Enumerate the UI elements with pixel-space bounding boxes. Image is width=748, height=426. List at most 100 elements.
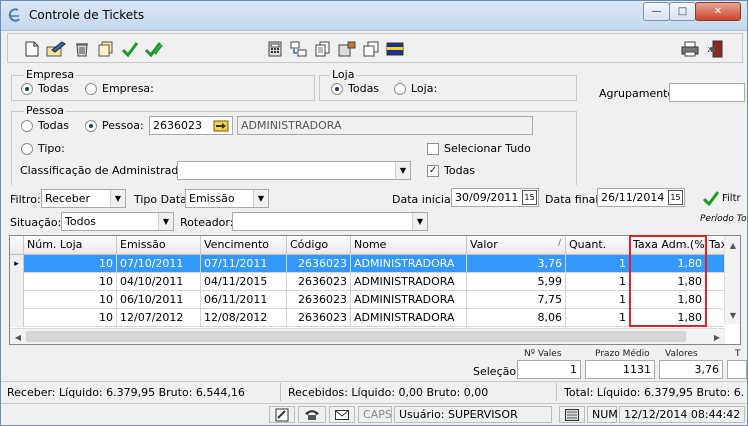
radio-label: Pessoa: [102, 119, 144, 132]
tipo-data-combo[interactable]: Emissão ▼ [185, 189, 269, 208]
calculator-icon[interactable] [265, 39, 285, 59]
exit-icon[interactable] [706, 39, 726, 59]
pessoa-name-field: ADMINISTRADORA [237, 116, 533, 135]
notes-icon[interactable] [269, 406, 295, 423]
filtrar-button[interactable]: Filtr [703, 189, 747, 207]
check-icon [703, 191, 719, 206]
row-indicator[interactable] [10, 273, 24, 291]
printer-icon[interactable] [680, 39, 700, 59]
selecao-vales-field: 1 [517, 360, 581, 379]
delete-icon[interactable] [72, 39, 92, 59]
cell-loja: 10 [24, 291, 117, 309]
filtro-combo[interactable]: Receber ▼ [41, 189, 126, 208]
selecao-valores-field: 3,76 [659, 360, 723, 379]
data-inicial-field[interactable]: 30/09/2011 15 [451, 188, 539, 207]
cell-quant: 1 [566, 291, 630, 309]
phone-icon[interactable] [298, 406, 326, 423]
checkbox-label: Todas [444, 164, 476, 177]
table-row[interactable]: 10 04/10/2011 04/11/2015 2636023 ADMINISTRAD… [10, 273, 725, 291]
windows-icon[interactable] [361, 39, 381, 59]
cell-valor: 5,99 [467, 273, 566, 291]
empresa-empresa-radio[interactable]: Empresa: [85, 82, 154, 95]
edit-icon[interactable] [46, 39, 66, 59]
confirm-icon[interactable] [120, 39, 140, 59]
duplicate-icon[interactable] [313, 39, 333, 59]
column-header-codigo[interactable]: Código [287, 236, 351, 255]
classificacao-label: Classificação de Administradora: [20, 164, 201, 177]
cell-nome: ADMINISTRADORA [351, 273, 467, 291]
cell-nome: ADMINISTRADORA [351, 255, 467, 273]
column-header-valor[interactable]: Valor ∕ [467, 236, 566, 255]
column-header-emissao[interactable]: Emissão [117, 236, 201, 255]
row-indicator[interactable] [10, 309, 24, 327]
calendar-icon[interactable]: 15 [668, 190, 683, 205]
selecionar-tudo-checkbox[interactable]: Selecionar Tudo [427, 142, 531, 155]
column-header-nome[interactable]: Nome [351, 236, 467, 255]
empresa-todas-radio[interactable]: Todas [21, 82, 69, 95]
new-document-icon[interactable] [22, 39, 42, 59]
loja-loja-radio[interactable]: Loja: [394, 82, 437, 95]
confirm-all-icon[interactable] [144, 39, 164, 59]
cell-taxa: 1,80 [630, 273, 706, 291]
pessoa-todas-radio[interactable]: Todas [21, 119, 69, 132]
total-recebidos: Recebidos: Líquido: 0,00 Bruto: 0,00 [288, 386, 489, 399]
selecao-prazo-field: 1131 [585, 360, 655, 379]
chevron-down-icon: ▼ [158, 213, 173, 230]
cell-codigo: 2636023 [287, 255, 351, 273]
totals-divider [1, 381, 747, 382]
column-header-taxa[interactable]: Taxa [706, 236, 725, 255]
classificacao-combo[interactable]: ▼ [177, 161, 411, 180]
row-indicator[interactable]: ▸ [10, 255, 24, 273]
table-row[interactable]: ▸ 10 07/10/2011 07/11/2011 2636023 ADMINISTRA… [10, 255, 725, 273]
roteador-label: Roteador: [180, 216, 234, 229]
cell-vencimento: 07/11/2011 [201, 255, 287, 273]
cell-emissao: 12/07/2012 [117, 309, 201, 327]
cell-codigo: 2636023 [287, 291, 351, 309]
cell-taxa: 1,80 [630, 255, 706, 273]
card-icon[interactable] [385, 39, 405, 59]
grid-vertical-scrollbar[interactable]: ▲ ▼ [724, 236, 740, 324]
scroll-down-icon[interactable]: ▼ [725, 307, 740, 323]
pessoa-tipo-radio[interactable]: Tipo: [21, 142, 65, 155]
column-header-vencimento[interactable]: Vencimento [201, 236, 287, 255]
calendar-icon[interactable]: 15 [522, 190, 537, 205]
roteador-combo[interactable]: ▼ [232, 212, 428, 231]
scroll-left-icon[interactable]: ◀ [10, 329, 26, 344]
minimize-button[interactable]: — [643, 2, 670, 21]
loja-todas-radio[interactable]: Todas [331, 82, 379, 95]
cell-vencimento: 12/08/2012 [201, 309, 287, 327]
transfer-icon[interactable] [289, 39, 309, 59]
agrupamento-field[interactable] [669, 83, 745, 102]
hdr-extra: T [735, 349, 741, 359]
row-indicator[interactable] [10, 291, 24, 309]
column-header-taxa-adm[interactable]: Taxa Adm.(%) [630, 236, 706, 255]
table-row[interactable]: 10 06/10/2011 06/11/2011 2636023 ADMINISTRAD… [10, 291, 725, 309]
radio-dot [21, 142, 33, 155]
radio-dot [85, 82, 97, 95]
maximize-button[interactable]: □ [669, 2, 696, 21]
copy-icon[interactable] [96, 39, 116, 59]
lookup-icon[interactable] [212, 117, 230, 133]
todas-checkbox[interactable]: ✓ Todas [427, 164, 475, 177]
table-row[interactable]: 10 12/07/2012 12/08/2012 2636023 ADMINISTRAD… [10, 309, 725, 327]
column-header-quant[interactable]: Quant. [566, 236, 630, 255]
scroll-up-icon[interactable]: ▲ [725, 237, 740, 253]
agrupamento-label: Agrupamento: [599, 87, 678, 100]
situacao-combo[interactable]: Todos ▼ [61, 212, 174, 231]
data-final-field[interactable]: 26/11/2014 15 [597, 188, 685, 207]
grid-horizontal-scrollbar[interactable]: ◀ ▶ [10, 328, 725, 344]
combo-value: Receber [45, 192, 91, 205]
close-button[interactable]: ✕ [695, 2, 741, 21]
status-bar: CAPS Usuário: SUPERVISOR NUM 12/12/2014 … [1, 403, 747, 425]
empresa-legend: Empresa [24, 68, 77, 81]
chevron-down-icon: ▼ [395, 162, 410, 179]
settings-icon[interactable] [337, 39, 357, 59]
cell-loja: 10 [24, 309, 117, 327]
scroll-thumb[interactable] [26, 331, 686, 342]
scroll-right-icon[interactable]: ▶ [709, 329, 725, 344]
pessoa-pessoa-radio[interactable]: Pessoa: [85, 119, 144, 132]
column-header-loja[interactable]: Núm. Loja [24, 236, 117, 255]
separator [280, 383, 281, 401]
mail-icon[interactable] [329, 406, 355, 423]
data-final-value: 26/11/2014 [601, 191, 665, 204]
